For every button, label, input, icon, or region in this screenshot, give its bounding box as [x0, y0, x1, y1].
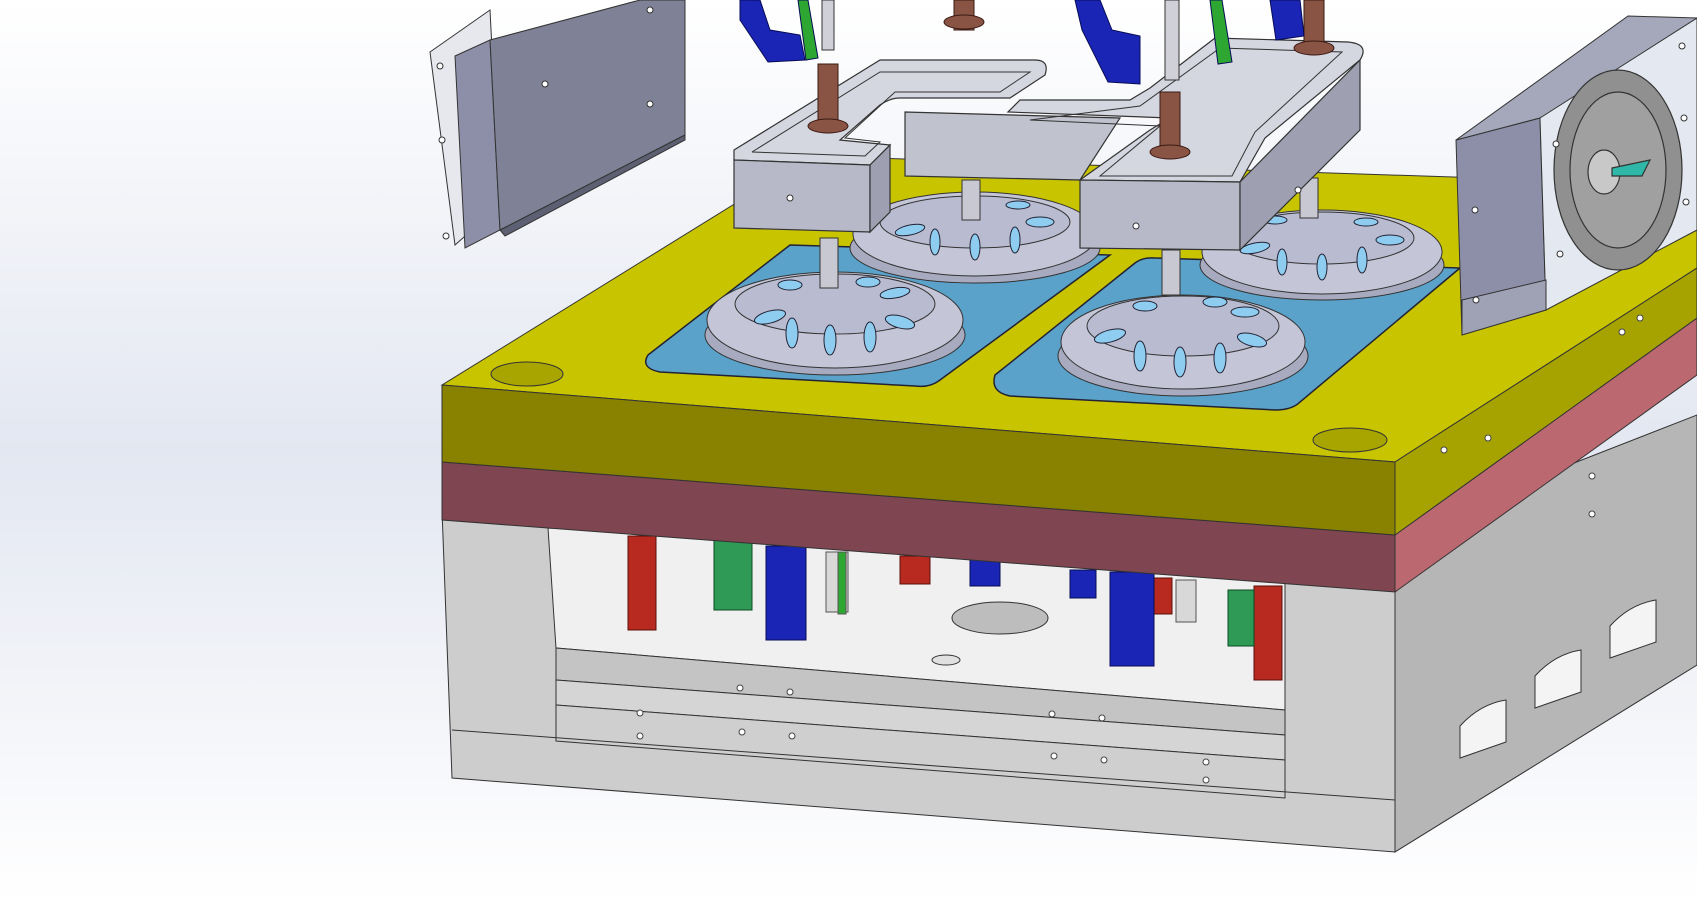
manifold-right-front: [1079, 179, 1241, 251]
cad-viewport[interactable]: [0, 0, 1697, 901]
gear-drive[interactable]: [1553, 69, 1683, 271]
molded-part-3: [1057, 294, 1309, 397]
sprue-hole: [951, 601, 1049, 635]
manifold-left-front: [733, 159, 871, 233]
leader-hole: [1312, 427, 1388, 453]
leader-hole: [490, 361, 564, 387]
bolt-hole: [931, 654, 961, 666]
mold-scene[interactable]: [0, 0, 1697, 901]
